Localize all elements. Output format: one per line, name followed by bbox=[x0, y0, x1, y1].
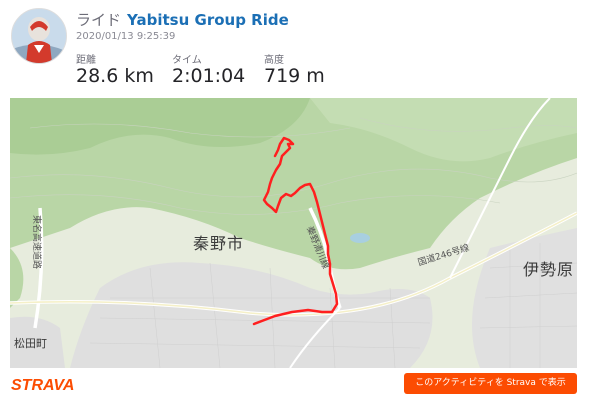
activity-name-link[interactable]: Yabitsu Group Ride bbox=[127, 11, 289, 29]
map-label-matsuda: 松田町 bbox=[14, 337, 47, 350]
stat-value-elevation: 719 m bbox=[264, 65, 325, 87]
map-label-expressway: 東名高速道路 bbox=[31, 215, 41, 270]
view-on-strava-button[interactable]: このアクティビティを Strava で表示 bbox=[404, 373, 577, 394]
activity-type: ライド bbox=[76, 11, 122, 29]
embed-footer: STRAVA このアクティビティを Strava で表示 bbox=[0, 368, 590, 400]
stat-value-distance: 28.6 km bbox=[76, 65, 154, 87]
map-label-isehara: 伊勢原 bbox=[523, 260, 575, 279]
rider-avatar-icon bbox=[12, 9, 66, 63]
activity-header: ライド Yabitsu Group Ride 2020/01/13 9:25:39… bbox=[0, 0, 590, 96]
stat-distance: 距離 28.6 km bbox=[76, 51, 154, 87]
stat-label-elevation: 高度 bbox=[264, 55, 284, 66]
activity-embed-card: ライド Yabitsu Group Ride 2020/01/13 9:25:39… bbox=[0, 0, 590, 400]
stat-elevation: 高度 719 m bbox=[264, 51, 325, 87]
stat-value-time: 2:01:04 bbox=[172, 65, 246, 87]
activity-timestamp: 2020/01/13 9:25:39 bbox=[76, 31, 176, 42]
route-map[interactable]: 秦野市 伊勢原 松田町 国道246号線 秦野清川線 東名高速道路 bbox=[10, 98, 577, 368]
stat-label-distance: 距離 bbox=[76, 55, 96, 66]
activity-title: ライド Yabitsu Group Ride bbox=[76, 9, 289, 30]
map-terrain bbox=[10, 98, 577, 368]
avatar[interactable] bbox=[11, 8, 67, 64]
map-label-city: 秦野市 bbox=[193, 234, 245, 253]
svg-text:STRAVA: STRAVA bbox=[11, 377, 74, 392]
stat-label-time: タイム bbox=[172, 55, 202, 66]
strava-logo[interactable]: STRAVA bbox=[11, 376, 91, 392]
stat-time: タイム 2:01:04 bbox=[172, 51, 245, 87]
